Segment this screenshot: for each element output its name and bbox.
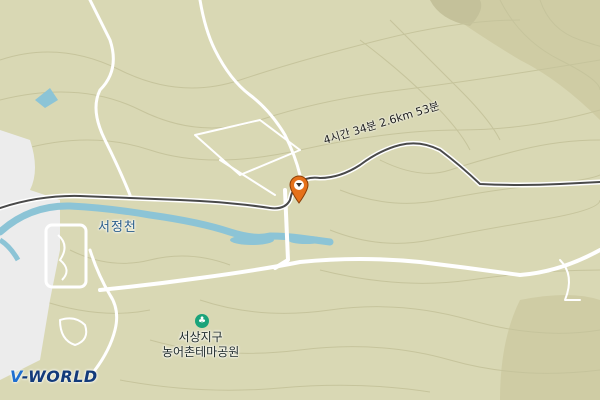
park-icon[interactable]: ♣ — [195, 314, 209, 328]
location-pin-icon[interactable] — [288, 174, 310, 204]
vworld-logo: V-WORLD — [10, 367, 98, 386]
park-label: 서상지구 농어촌테마공원 — [162, 330, 239, 360]
map-canvas[interactable]: 서정천 서상지구 농어촌테마공원 ♣ 4시간 34분 2.6km 53분 V-W… — [0, 0, 600, 400]
river-label: 서정천 — [98, 220, 137, 235]
park-label-line2: 농어촌테마공원 — [162, 345, 240, 359]
park-label-line1: 서상지구 — [178, 330, 223, 344]
